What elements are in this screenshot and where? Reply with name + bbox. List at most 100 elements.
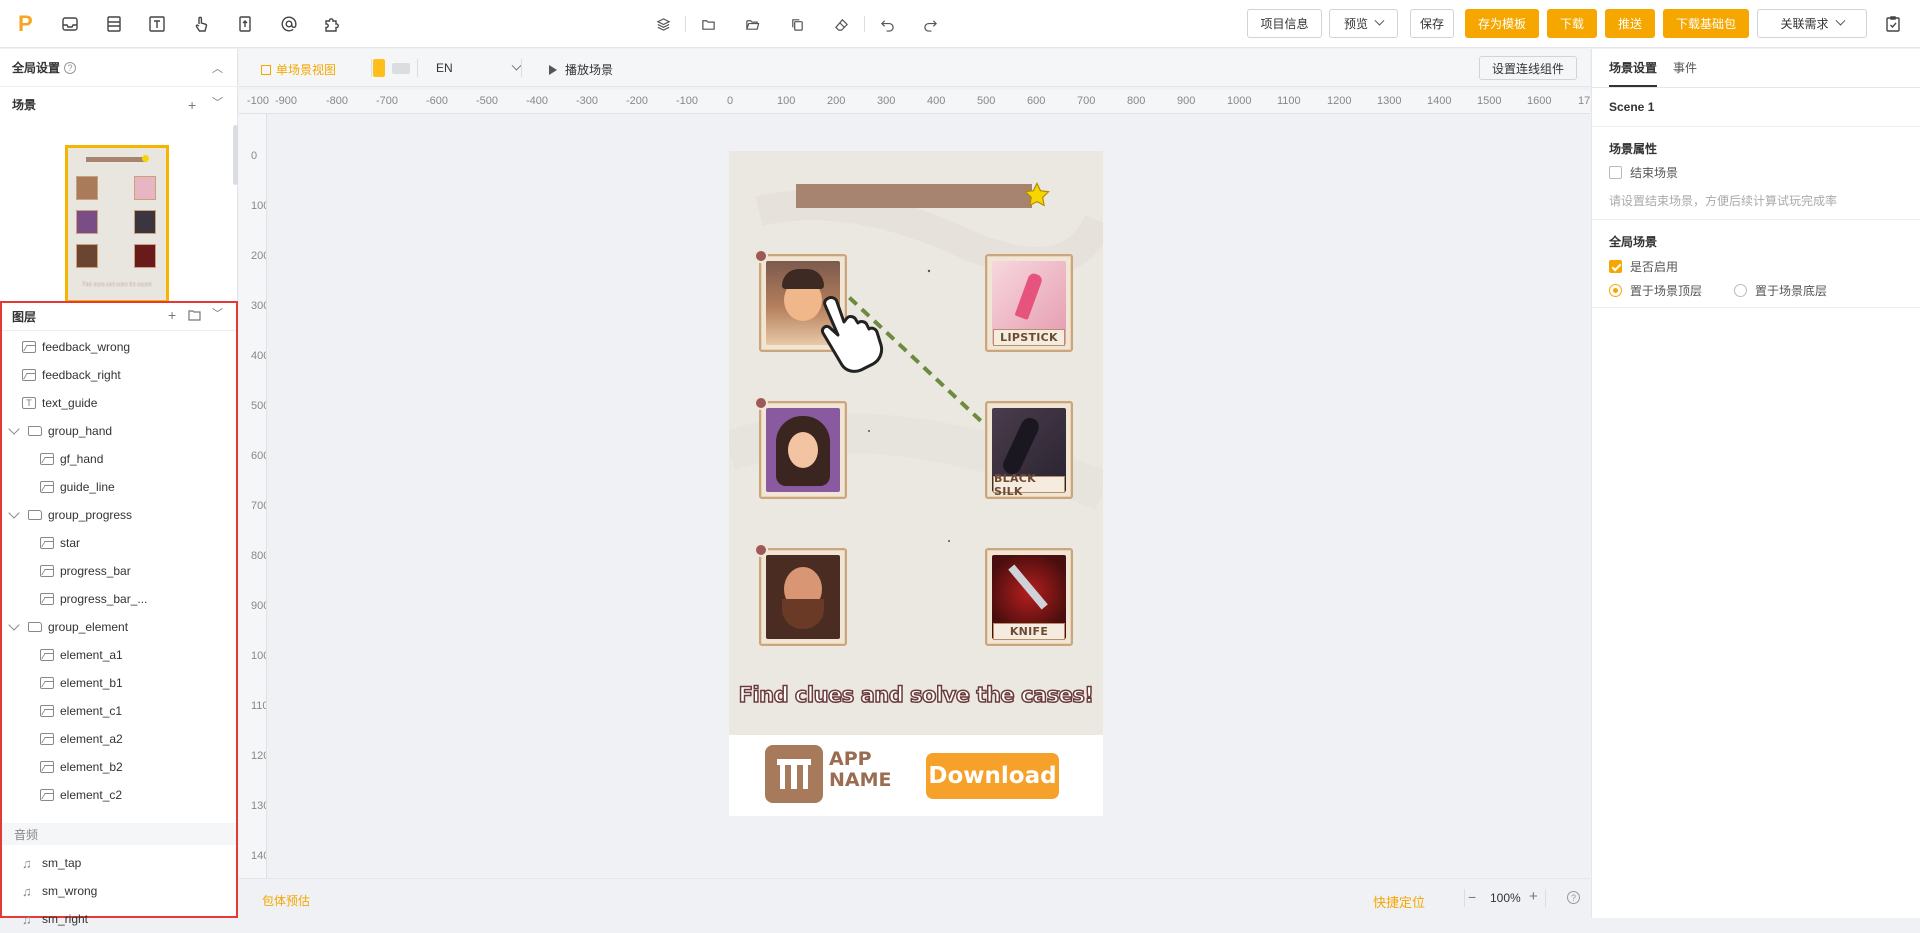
copy-icon[interactable] [788, 15, 806, 33]
redo-icon[interactable] [921, 15, 939, 33]
layer-row[interactable]: element_c2 [2, 781, 234, 809]
image-layer-icon [40, 705, 54, 717]
download-cta-button[interactable]: Download [926, 753, 1059, 799]
save-template-button[interactable]: 存为模板 [1465, 9, 1539, 38]
layer-bottom-radio[interactable]: 置于场景底层 [1734, 282, 1827, 299]
preview-dropdown[interactable]: 预览 [1329, 9, 1398, 38]
element-c1-anchor[interactable] [754, 543, 768, 557]
enable-checkbox[interactable]: 是否启用 [1609, 258, 1678, 275]
text-tool-icon[interactable] [147, 14, 167, 34]
scene-thumbnail[interactable]: Find clues and solve the cases! [65, 145, 169, 303]
chevron-down-icon[interactable]: ﹀ [212, 96, 223, 110]
chevron-down-icon[interactable] [8, 507, 20, 519]
global-settings-header[interactable]: 全局设置 ? [0, 49, 238, 87]
layer-label: element_c2 [60, 788, 123, 802]
save-button[interactable]: 保存 [1410, 9, 1454, 38]
layer-group-row[interactable]: group_element [2, 613, 234, 641]
element-a2-card[interactable]: LIPSTICK [985, 254, 1073, 352]
app-icon [765, 745, 823, 803]
touch-icon[interactable] [191, 14, 211, 34]
help-icon[interactable]: ? [64, 61, 77, 74]
element-c2-card[interactable]: KNIFE [985, 548, 1073, 646]
tab-events[interactable]: 事件 [1673, 59, 1697, 76]
element-b1-card[interactable] [759, 401, 847, 499]
scene-name[interactable]: Scene 1 [1609, 100, 1654, 114]
tab-scene-settings[interactable]: 场景设置 [1609, 59, 1657, 76]
language-select[interactable]: EN [436, 60, 522, 75]
set-connection-button[interactable]: 设置连线组件 [1479, 56, 1577, 80]
layer-row[interactable]: star [2, 529, 234, 557]
layer-row[interactable]: progress_bar_... [2, 585, 234, 613]
layer-label: star [60, 536, 81, 550]
ruler-tick-label: 100 [777, 95, 796, 107]
color-swatch-primary[interactable] [373, 59, 385, 77]
download-base-button[interactable]: 下载基础包 [1663, 9, 1749, 38]
element-a1-anchor[interactable] [754, 249, 768, 263]
chevron-up-icon[interactable]: ︿ [212, 62, 223, 76]
audio-row[interactable]: ♫ sm_wrong [2, 877, 234, 905]
layer-label: element_b1 [60, 676, 123, 690]
folder-icon[interactable] [699, 15, 717, 33]
layer-row[interactable]: element_b2 [2, 753, 234, 781]
add-folder-icon[interactable] [188, 309, 201, 324]
layer-row[interactable]: element_b1 [2, 669, 234, 697]
ruler-tick-label: 900 [1177, 95, 1196, 107]
ruler-tick-label: 500 [977, 95, 996, 107]
layer-group-row[interactable]: group_hand [2, 417, 234, 445]
push-button[interactable]: 推送 [1605, 9, 1655, 38]
zoom-level[interactable]: 100% [1490, 891, 1521, 905]
music-note-icon: ♫ [22, 911, 32, 927]
layer-row[interactable]: element_a1 [2, 641, 234, 669]
play-scene-button[interactable]: 播放场景 [549, 61, 613, 78]
ruler-tick-label: -300 [576, 95, 599, 107]
layer-row[interactable]: element_c1 [2, 697, 234, 725]
audio-label: sm_right [42, 912, 89, 926]
zoom-in-icon[interactable]: + [1529, 888, 1538, 905]
element-c1-card[interactable] [759, 548, 847, 646]
folder-open-icon[interactable] [743, 15, 761, 33]
layer-group-row[interactable]: group_progress [2, 501, 234, 529]
plugin-icon[interactable] [322, 14, 342, 34]
chevron-down-icon[interactable] [8, 423, 20, 435]
package-estimate-link[interactable]: 包体预估 [262, 892, 310, 909]
upload-file-icon[interactable] [235, 14, 255, 34]
inbox-icon[interactable] [60, 14, 80, 34]
layer-row[interactable]: element_a2 [2, 725, 234, 753]
layer-row[interactable]: progress_bar [2, 557, 234, 585]
layer-row[interactable]: feedback_right [2, 361, 234, 389]
end-scene-checkbox[interactable]: 结束场景 [1609, 164, 1678, 181]
mention-icon[interactable] [279, 14, 299, 34]
ruler-tick-label: 1100 [251, 700, 266, 712]
project-info-button[interactable]: 项目信息 [1247, 9, 1322, 38]
linked-requirements-dropdown[interactable]: 关联需求 [1757, 9, 1867, 38]
layer-row[interactable]: guide_line [2, 473, 234, 501]
element-b2-card[interactable]: BLACK SILK [985, 401, 1073, 499]
single-scene-view-toggle[interactable]: 单场景视图 [261, 61, 336, 78]
color-swatch-secondary[interactable] [392, 63, 410, 74]
audio-row[interactable]: ♫ sm_right [2, 905, 234, 933]
zoom-out-icon[interactable]: − [1468, 889, 1476, 905]
image-layer-icon [40, 761, 54, 773]
layer-row[interactable]: gf_hand [2, 445, 234, 473]
layer-row[interactable]: feedback_wrong [2, 333, 234, 361]
eraser-icon[interactable] [832, 15, 850, 33]
scene-list-scrollbar[interactable] [233, 125, 238, 185]
layers-icon[interactable] [654, 15, 672, 33]
chevron-down-icon[interactable] [8, 619, 20, 631]
folder-icon [28, 510, 42, 520]
undo-icon[interactable] [878, 15, 896, 33]
quick-locate-link[interactable]: 快捷定位 [1373, 892, 1425, 911]
chevron-down-icon[interactable]: ﹀ [212, 307, 223, 321]
help-icon[interactable]: ? [1567, 891, 1580, 904]
game-stage[interactable]: LIPSTICK BLACK SILK KNIFE Find clues and… [729, 151, 1103, 735]
download-button[interactable]: 下载 [1547, 9, 1597, 38]
add-scene-icon[interactable]: + [188, 98, 196, 112]
layout-icon[interactable] [104, 14, 124, 34]
task-checklist-icon[interactable] [1883, 14, 1903, 34]
element-b1-anchor[interactable] [754, 396, 768, 410]
audio-row[interactable]: ♫ sm_tap [2, 849, 234, 877]
add-layer-icon[interactable]: + [168, 308, 176, 322]
layer-top-radio[interactable]: 置于场景顶层 [1609, 282, 1702, 299]
layer-row[interactable]: Ttext_guide [2, 389, 234, 417]
app-logo[interactable]: P [18, 13, 38, 35]
